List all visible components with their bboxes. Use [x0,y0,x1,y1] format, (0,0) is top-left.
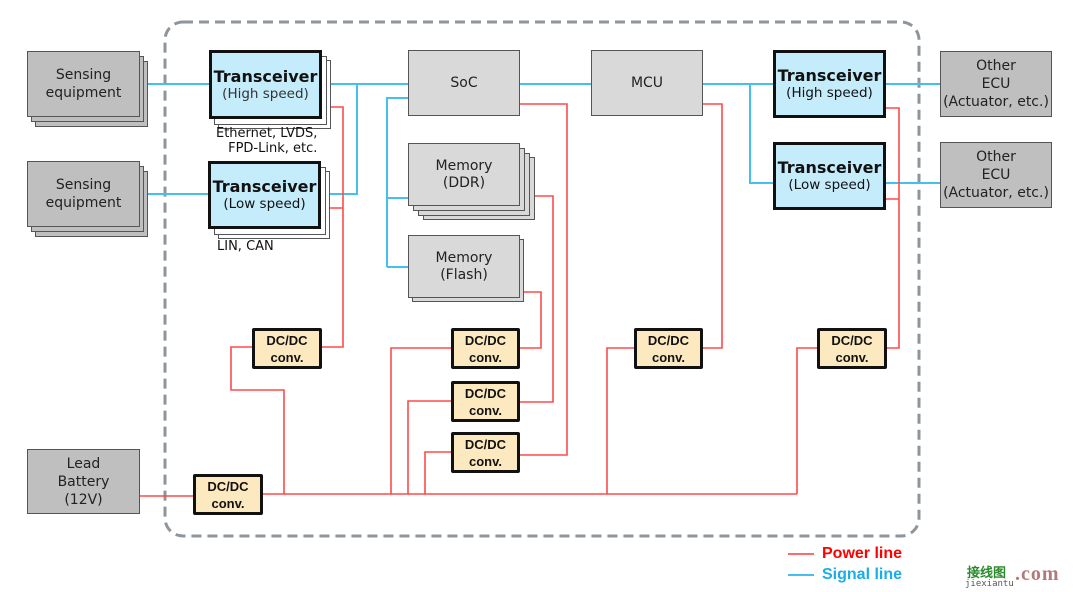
trx-right-high-subtitle: (High speed) [786,85,873,101]
legend-power-line [788,553,814,555]
dcdc-converter-flash: DC/DC conv. [451,328,520,369]
transceiver-right-high-speed: Transceiver (High speed) [773,50,886,118]
legend-power: Power line [788,545,902,563]
dcdc-label-1: DC/DC [207,478,249,494]
protocols-line-2: FPD-Link, etc. [228,141,318,156]
ddr-label-1: Memory [435,157,493,174]
ddr-label-2: (DDR) [442,174,486,191]
dcdc-label-2: conv. [270,349,304,365]
legend-signal-label: Signal line [822,566,903,583]
sensing-2-label-1: Sensing [55,177,112,193]
mcu: MCU [591,50,703,116]
dcdc-label-2: conv. [835,349,869,365]
soc-label: SoC [450,74,478,91]
legend-signal: Signal line [788,566,902,584]
dcdc-converter-trx-right: DC/DC conv. [817,328,887,369]
trx-right-low-subtitle: (Low speed) [788,177,871,193]
dcdc-label-2: conv. [211,495,245,511]
power-mcu-dcdc-to-mcu [702,103,723,349]
trx-right-low-title: Transceiver [777,158,882,177]
ecu-2-label-3: (Actuator, etc.) [943,185,1049,201]
power-branch-mem2 [407,400,451,494]
watermark-pinyin: jiexiantu [965,579,1014,589]
sensing-1-label-2: equipment [45,85,122,101]
battery-label-3: (12V) [64,491,103,508]
dcdc-converter-soc: DC/DC conv. [451,432,520,473]
ecu-2-label-1: Other [976,149,1016,165]
dcdc-label-1: DC/DC [464,436,507,452]
transceiver-right-low-speed: Transceiver (Low speed) [773,142,886,210]
dcdc-converter-mcu: DC/DC conv. [634,328,703,369]
other-ecu-1: Other ECU (Actuator, etc.) [940,51,1052,117]
high-speed-protocols-note: Ethernet, LVDS, FPD-Link, etc. [216,126,317,156]
signal-soc-to-memory [386,97,408,268]
other-ecu-2: Other ECU (Actuator, etc.) [940,142,1052,208]
flash-label-2: (Flash) [440,266,488,283]
battery-label-2: Battery [57,473,110,490]
power-branch-mcu-dcdc [606,347,635,494]
trx-left-low-title: Transceiver [212,177,317,196]
dcdc-converter-main: DC/DC conv. [193,474,263,515]
dcdc-label-2: conv. [652,349,685,365]
dcdc-label-2: conv. [469,453,502,469]
dcdc-label-1: DC/DC [464,385,507,401]
low-speed-protocols-note: LIN, CAN [217,239,274,254]
trx-left-low-subtitle: (Low speed) [223,196,306,212]
power-branch-mem3 [424,451,451,494]
wiring-layer [140,20,941,538]
sensing-equipment-2: Sensing equipment [27,161,140,227]
ecu-1-label-2: ECU [981,76,1011,92]
power-right-dcdc-to-trx [885,107,900,349]
dcdc-label-2: conv. [469,349,502,365]
ecu-1-label-1: Other [976,58,1016,74]
mcu-label: MCU [630,74,664,91]
dcdc-converter-trx-left: DC/DC conv. [252,328,322,369]
trx-left-high-title: Transceiver [213,66,318,86]
dcdc-label-1: DC/DC [266,332,308,348]
flash-label-1: Memory [435,249,493,266]
sensing-equipment-1: Sensing equipment [27,51,140,117]
ecu-2-label-2: ECU [981,167,1011,183]
trx-right-high-title: Transceiver [777,66,882,85]
power-dcdc2-to-ddr [519,195,554,403]
watermark-domain: .com [1015,563,1060,585]
power-branch-right-dcdc [796,347,818,494]
ecu-1-label-3: (Actuator, etc.) [943,94,1049,110]
legend-power-label: Power line [822,545,903,562]
dcdc-label-2: conv. [469,402,502,418]
battery-label-1: Lead [66,455,101,472]
transceiver-left-low-speed: Transceiver (Low speed) [208,161,321,229]
transceiver-left-high-speed: Transceiver (High speed) [209,50,322,119]
memory-flash: Memory (Flash) [408,235,520,298]
legend-signal-line [788,574,814,576]
dcdc-converter-ddr: DC/DC conv. [451,381,520,422]
low-speed-protocols: LIN, CAN [217,239,274,254]
memory-ddr: Memory (DDR) [408,143,520,206]
dcdc-label-1: DC/DC [647,332,690,348]
power-branch-left-dcdc [230,346,285,494]
dcdc-label-1: DC/DC [831,332,873,348]
trx-left-high-subtitle: (High speed) [222,85,309,102]
signal-mcu-to-right-trx [702,83,775,184]
soc: SoC [408,50,520,116]
sensing-2-label-2: equipment [45,195,122,211]
protocols-line-1: Ethernet, LVDS, [216,126,318,141]
watermark: 接线图 jiexiantu .com [965,562,1080,592]
sensing-1-label-1: Sensing [55,67,112,83]
power-branch-mem1 [390,347,451,494]
lead-battery: Lead Battery (12V) [27,449,140,514]
dcdc-label-1: DC/DC [464,332,507,348]
